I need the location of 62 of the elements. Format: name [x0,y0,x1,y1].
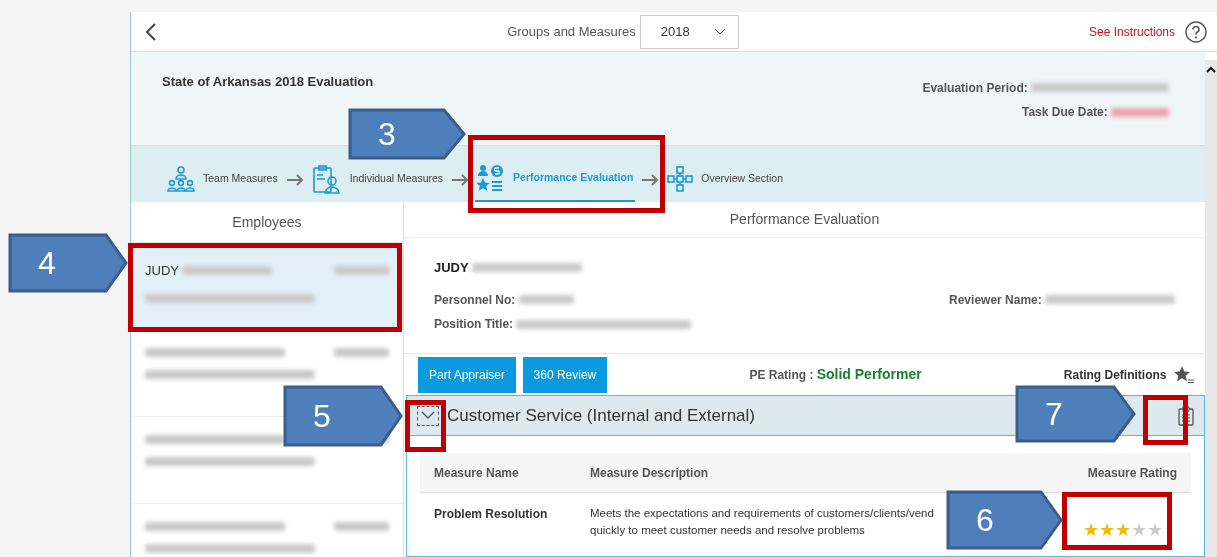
hierarchy-icon [667,165,694,193]
action-button[interactable]: Part Appraiser [418,356,517,393]
redacted-text [334,348,389,357]
back-icon[interactable] [145,22,157,41]
field-label: Task Due Date: [1021,104,1108,121]
highlight-frame [1143,395,1188,445]
callout-marker: 7 [1015,385,1136,443]
section-title: Customer Service (Internal and External) [447,404,756,427]
step-tab[interactable]: Team Measures [165,162,280,202]
callout-marker: 5 [283,385,403,447]
star-icon[interactable]: ★ [1099,517,1115,544]
employee-name: JUDY [145,262,179,280]
team-icon [167,165,195,193]
callout-marker: 3 [348,108,466,160]
evaluation-title: State of Arkansas 2018 Evaluation [162,73,374,91]
step-tab[interactable]: Performance Evaluation [475,162,636,202]
clipboard-icon[interactable] [1178,405,1194,426]
field-label: Position Title: [434,316,514,333]
rating-label: PE Rating : [749,366,814,384]
action-button[interactable]: 360 Review [522,356,608,393]
step-tab[interactable]: Overview Section [665,162,785,202]
column-header: Measure Description [590,464,710,482]
arrow-icon [285,174,304,186]
redacted-text [334,522,389,531]
nav-label: Groups and Measures [507,22,636,41]
collapse-toggle[interactable] [417,405,439,426]
star-icon[interactable]: ★ [1083,517,1099,544]
chevron-icon [421,411,435,420]
field-label: Personnel No: [434,291,516,309]
panel-title: Employees [131,202,403,243]
callout-marker: 4 [8,233,128,293]
star-icon[interactable]: ★ [1115,517,1131,544]
help-icon[interactable] [1185,20,1207,43]
highlight-frame [405,400,446,452]
field-label: Reviewer Name: [949,291,1042,309]
star-icon[interactable]: ★ [1147,517,1163,544]
caret-icon [713,28,726,35]
redacted-text [334,266,389,276]
redacted-text [1111,107,1169,117]
field-label: Evaluation Period: [922,79,1028,97]
scrollbar[interactable] [1205,60,1217,557]
rating-value: Solid Performer [816,365,922,384]
column-header: Measure Name [434,464,520,482]
evaluation-icon [477,164,506,192]
scroll-up-icon[interactable] [1206,66,1216,73]
measure-description: Meets the expectations and requirements of customers/clients/vend [590,506,934,521]
measure-name: Problem Resolution [434,506,549,523]
panel-title: Performance Evaluation [404,202,1205,238]
definitions-label: Rating Definitions [1063,366,1167,384]
arrow-icon [451,174,470,186]
year-select[interactable]: 2018 [639,14,739,49]
instructions-link[interactable]: See Instructions [1088,22,1175,41]
redacted-text [518,295,574,304]
arrow-icon [641,174,660,186]
star-icon[interactable]: ★ [1131,517,1147,544]
star-list-icon[interactable] [1173,364,1195,385]
clipboard-person-icon [311,164,342,194]
step-tab[interactable]: Individual Measures [309,162,446,202]
employee-name: JUDY [434,259,469,277]
column-header: Measure Rating [1086,464,1177,482]
callout-marker: 6 [946,490,1063,550]
measure-description: quickly to meet customer needs and resolve problems [590,523,865,539]
